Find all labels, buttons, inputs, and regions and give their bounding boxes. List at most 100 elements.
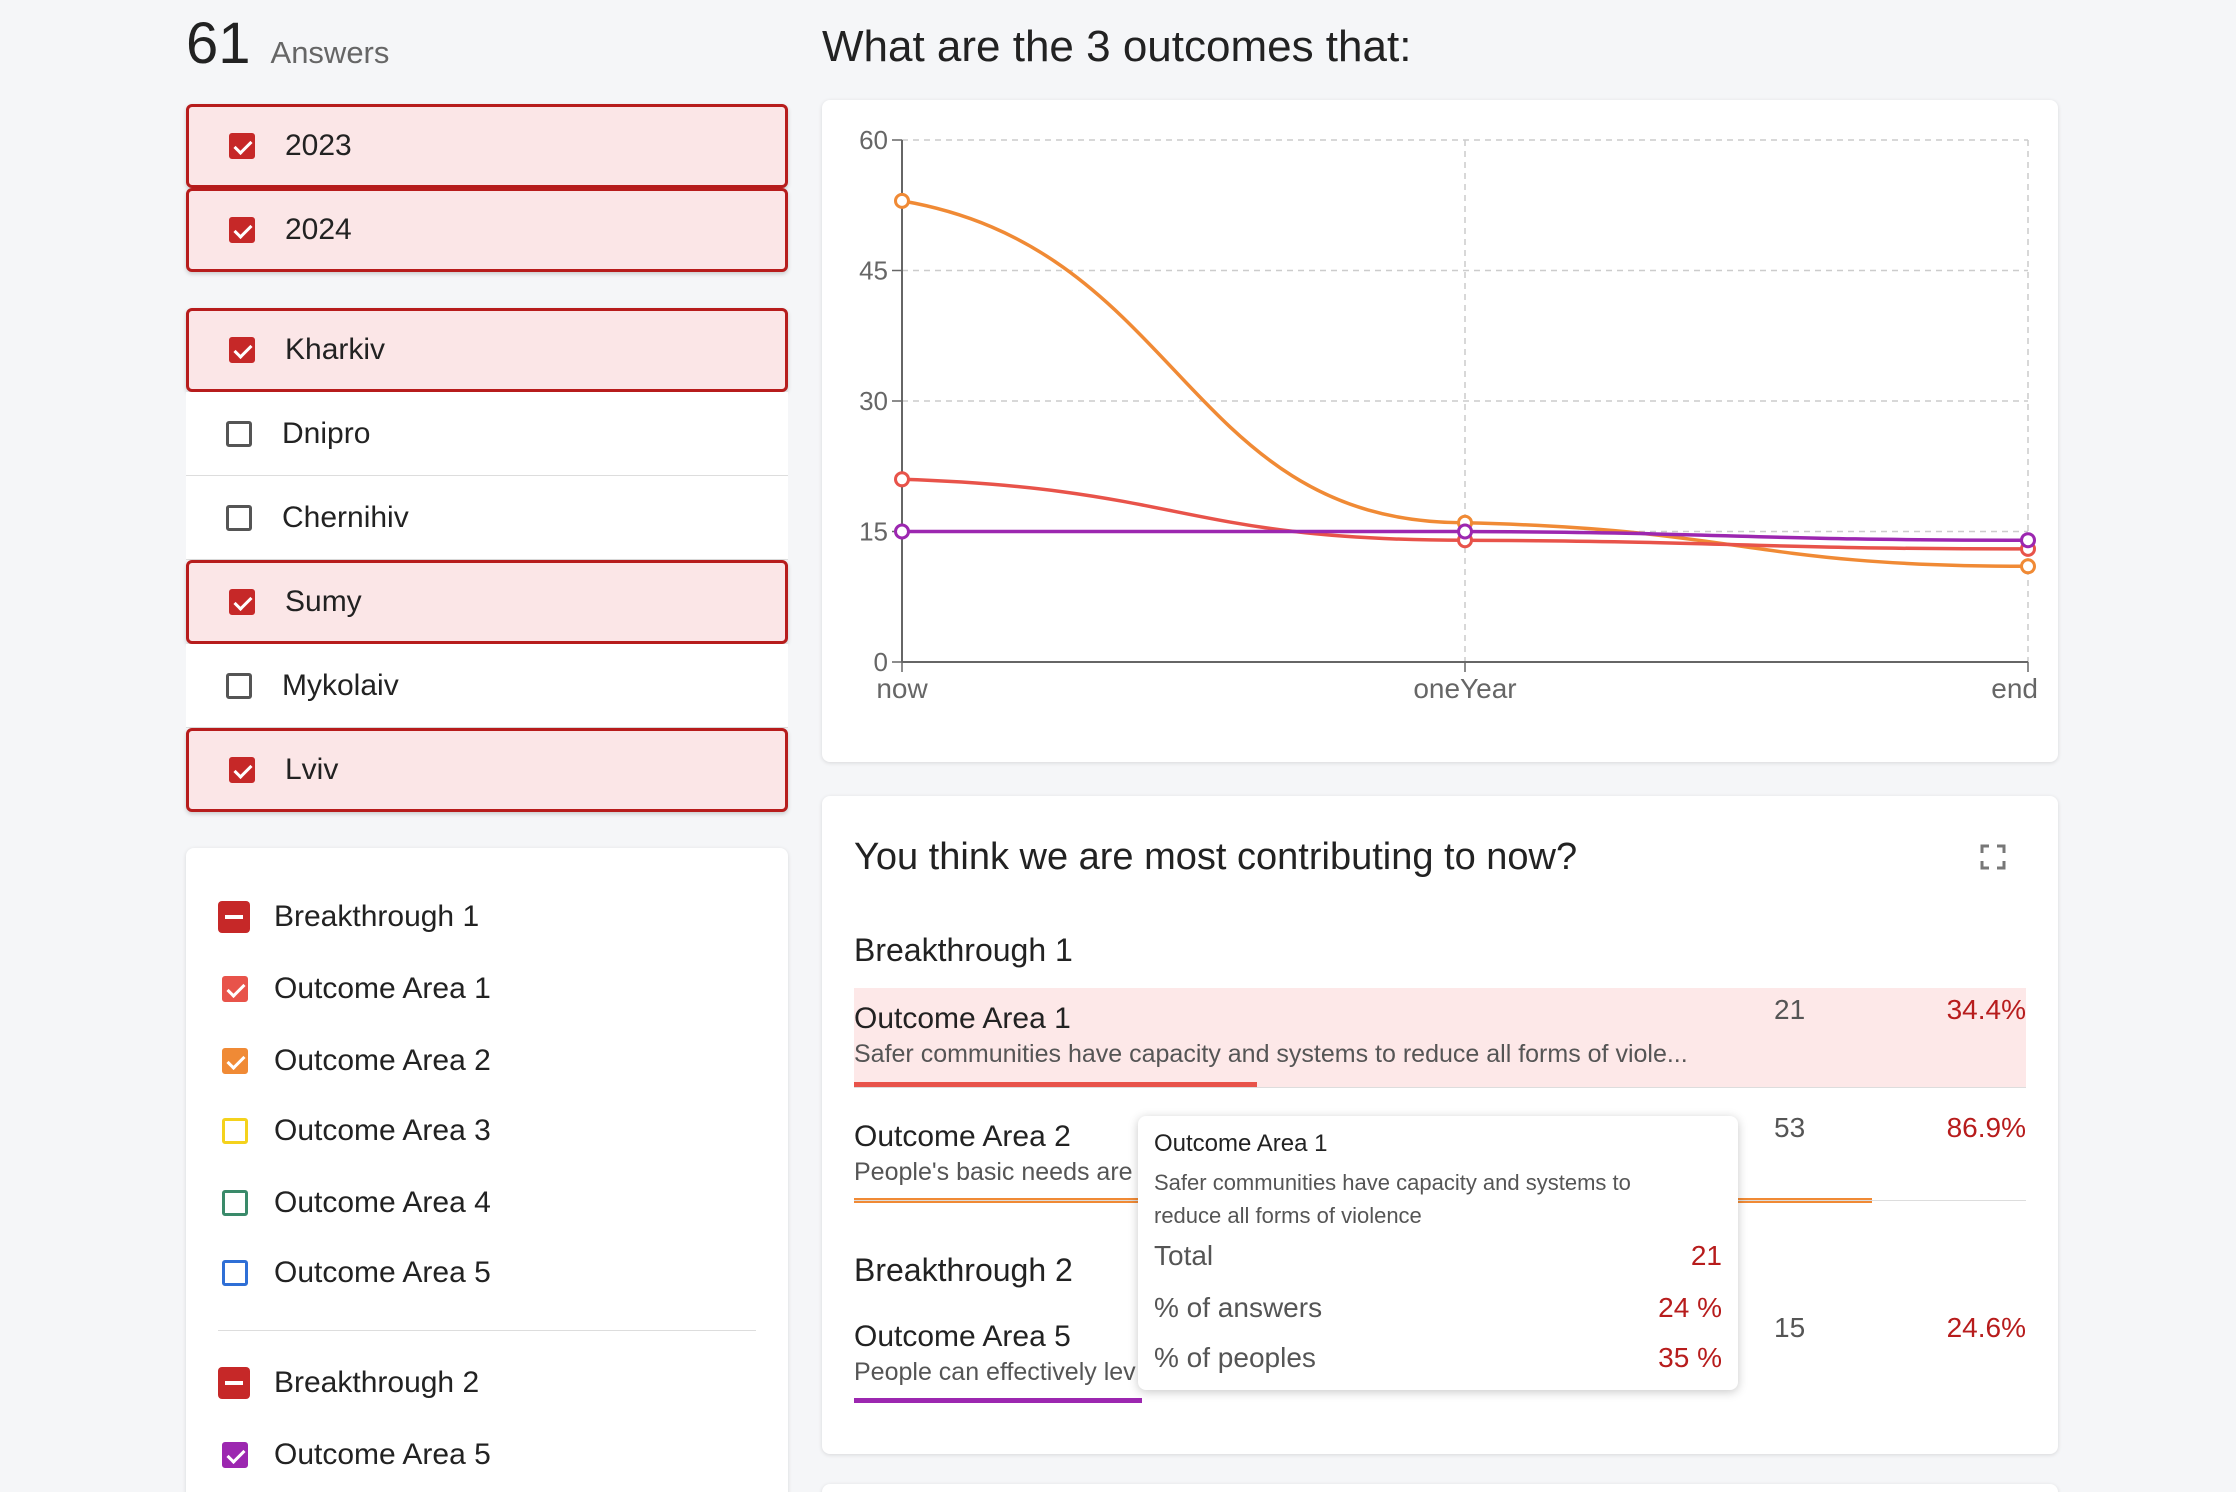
row-name: Outcome Area 5	[854, 1320, 1071, 1353]
year-option-2024[interactable]: 2024	[186, 188, 788, 272]
checkbox-icon	[229, 757, 255, 783]
tooltip-peoples-row: % of peoples 35 %	[1154, 1342, 1722, 1374]
answers-label: Answers	[270, 35, 390, 70]
minus-icon	[218, 1367, 250, 1399]
checkbox-icon	[222, 1190, 248, 1216]
minus-icon	[218, 901, 250, 933]
outcome-area-1-option[interactable]: Outcome Area 1	[222, 972, 491, 1006]
line-chart: 015304560now oneYear end	[859, 125, 2038, 704]
outcome-area-5b-option[interactable]: Outcome Area 5	[222, 1438, 491, 1472]
tooltip-peoples-label: % of peoples	[1154, 1342, 1316, 1373]
next-card	[822, 1484, 2058, 1492]
breakthrough-2-toggle[interactable]: Breakthrough 2	[218, 1366, 479, 1400]
checkbox-icon	[229, 217, 255, 243]
year-filter-group: 2023 2024	[186, 104, 788, 272]
checkbox-icon	[226, 672, 252, 699]
checkbox-icon	[222, 976, 248, 1002]
option-label: Outcome Area 4	[274, 1186, 491, 1219]
option-label: Outcome Area 5	[274, 1256, 491, 1289]
row-name: Outcome Area 2	[854, 1120, 1071, 1153]
option-label: Dnipro	[282, 416, 371, 450]
row-count: 21	[1774, 994, 1806, 1025]
option-label: Lviv	[285, 753, 339, 786]
checkbox-icon	[226, 504, 252, 531]
divider	[218, 1330, 756, 1331]
city-option-chernihiv[interactable]: Chernihiv	[186, 476, 788, 560]
tooltip-total-value: 21	[1690, 1240, 1722, 1271]
option-label: Outcome Area 3	[274, 1114, 491, 1147]
outcome-tooltip: Outcome Area 1 Safer communities have ca…	[1138, 1116, 1738, 1390]
checkbox-icon	[226, 420, 252, 447]
year-option-2023[interactable]: 2023	[186, 104, 788, 188]
checkbox-icon	[222, 1260, 248, 1286]
y-tick-label: 60	[859, 125, 888, 155]
breakthrough-label: Breakthrough 2	[274, 1366, 480, 1399]
answers-count: 61	[186, 11, 251, 76]
row-name: Outcome Area 1	[854, 1002, 1071, 1035]
tooltip-description: Safer communities have capacity and syst…	[1154, 1170, 1631, 1228]
breakthrough-2-heading: Breakthrough 2	[854, 1252, 1073, 1288]
city-option-dnipro[interactable]: Dnipro	[186, 392, 788, 476]
city-filter-group: Kharkiv Dnipro Chernihiv Sumy Mykolaiv L…	[186, 308, 788, 812]
question-title: What are the 3 outcomes that:	[822, 22, 1412, 71]
expand-icon[interactable]	[1980, 844, 2006, 870]
option-label: Sumy	[285, 585, 362, 618]
outcome-area-3-option[interactable]: Outcome Area 3	[222, 1114, 491, 1148]
tooltip-answers-row: % of answers 24 %	[1154, 1292, 1722, 1324]
checkbox-icon	[229, 133, 255, 159]
option-label: Mykolaiv	[282, 668, 399, 702]
outcome-filter-panel: Breakthrough 1 Outcome Area 1 Outcome Ar…	[186, 848, 788, 1492]
x-tick-label: now	[876, 673, 928, 704]
outcome-area-4-option[interactable]: Outcome Area 4	[222, 1186, 491, 1220]
row-description: People can effectively lev	[854, 1358, 1136, 1386]
row-progress-bar	[854, 1398, 1142, 1403]
tooltip-title: Outcome Area 1	[1154, 1130, 1328, 1157]
tooltip-total-row: Total 21	[1154, 1240, 1722, 1272]
row-count: 53	[1774, 1112, 1806, 1143]
city-option-mykolaiv[interactable]: Mykolaiv	[186, 644, 788, 728]
series-point-2	[1457, 523, 1473, 540]
series-point-2	[894, 523, 910, 540]
series-point-0	[894, 192, 910, 209]
city-option-kharkiv[interactable]: Kharkiv	[186, 308, 788, 392]
series-point-2	[2020, 532, 2036, 549]
y-tick-label: 15	[859, 517, 888, 547]
breakthrough-1-heading: Breakthrough 1	[854, 932, 1073, 968]
row-description: Safer communities have capacity and syst…	[854, 1040, 1688, 1068]
series-point-1	[894, 471, 910, 488]
outcome-row-1[interactable]: Outcome Area 1 Safer communities have ca…	[854, 988, 2026, 1088]
option-label: Outcome Area 5	[274, 1438, 491, 1471]
x-tick-label: oneYear	[1413, 673, 1516, 704]
outcome-area-2-option[interactable]: Outcome Area 2	[222, 1044, 491, 1078]
checkbox-icon	[229, 337, 255, 363]
option-label: Kharkiv	[285, 333, 386, 366]
tooltip-peoples-value: 35 %	[1658, 1342, 1722, 1373]
series-point-0	[2020, 558, 2036, 575]
y-tick-label: 30	[859, 386, 888, 416]
tooltip-answers-label: % of answers	[1154, 1292, 1323, 1323]
checkbox-icon	[229, 589, 255, 615]
row-description: People's basic needs are	[854, 1158, 1133, 1186]
option-label: 2023	[285, 129, 352, 162]
line-chart-card: 0 15 30 45 60 now oneYear end	[822, 100, 2058, 762]
checkbox-icon	[222, 1442, 248, 1468]
breakthrough-label: Breakthrough 1	[274, 900, 480, 933]
row-count: 15	[1774, 1312, 1806, 1343]
city-option-lviv[interactable]: Lviv	[186, 728, 788, 812]
outcome-area-5-option[interactable]: Outcome Area 5	[222, 1256, 491, 1290]
contribution-title: You think we are most contributing to no…	[854, 836, 1578, 878]
answers-summary: 61 Answers	[186, 10, 389, 90]
row-percent: 24.6%	[1946, 1312, 2026, 1343]
tooltip-total-label: Total	[1154, 1240, 1214, 1271]
row-percent: 34.4%	[1946, 994, 2026, 1025]
x-tick-label: end	[1991, 673, 2038, 704]
option-label: Outcome Area 2	[274, 1044, 491, 1077]
row-divider	[854, 1087, 2026, 1088]
option-label: Outcome Area 1	[274, 972, 491, 1005]
breakthrough-1-toggle[interactable]: Breakthrough 1	[218, 900, 479, 934]
city-option-sumy[interactable]: Sumy	[186, 560, 788, 644]
option-label: Chernihiv	[282, 500, 409, 534]
option-label: 2024	[285, 213, 352, 246]
row-percent: 86.9%	[1946, 1112, 2026, 1143]
tooltip-answers-value: 24 %	[1658, 1292, 1722, 1323]
